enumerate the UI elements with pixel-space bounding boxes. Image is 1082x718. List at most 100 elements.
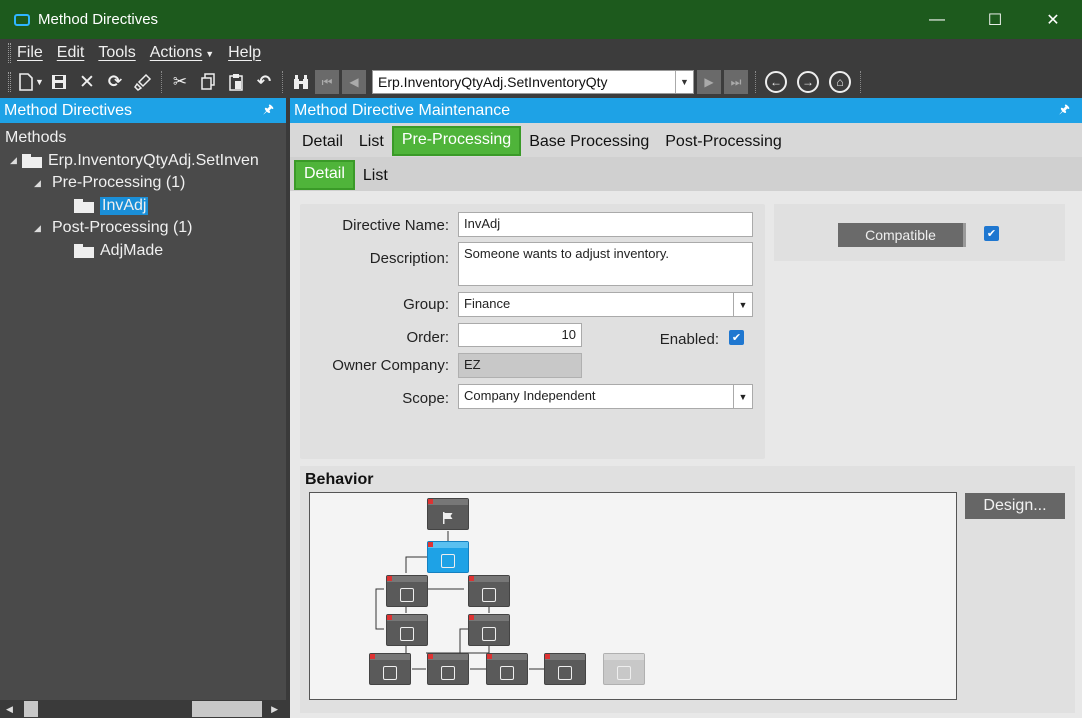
enabled-label: Enabled:	[659, 331, 719, 348]
chevron-down-icon: ▼	[35, 77, 44, 87]
tab-pre-processing[interactable]: Pre-Processing	[391, 126, 522, 156]
workflow-node-set-adjustment-1[interactable]	[386, 614, 428, 646]
window-title: Method Directives	[38, 11, 159, 28]
group-select[interactable]: Finance ▼	[458, 292, 753, 317]
save-icon[interactable]	[45, 68, 73, 96]
scroll-thumb[interactable]	[192, 701, 262, 717]
workflow-node-start[interactable]	[427, 498, 469, 530]
directive-form: Directive Name: InvAdj Description: Some…	[300, 204, 765, 459]
owner-company-label: Owner Company:	[332, 357, 449, 374]
toolbar-separator	[755, 71, 756, 93]
tab-post-processing[interactable]: Post-Processing	[657, 129, 790, 157]
workflow-node-condition-1[interactable]	[386, 575, 428, 607]
pin-icon[interactable]: 🖈	[1059, 100, 1070, 121]
chevron-down-icon[interactable]: ▼	[733, 385, 752, 408]
minimize-button[interactable]: —	[908, 0, 966, 39]
menu-tools[interactable]: Tools	[98, 44, 135, 62]
previous-record-icon[interactable]: ◀	[342, 70, 366, 94]
order-input[interactable]: 10	[458, 323, 582, 347]
tree-item-post-processing[interactable]: ◢ Post-Processing (1)	[0, 217, 286, 240]
expand-triangle-icon[interactable]: ◢	[34, 178, 46, 189]
description-label: Description:	[369, 250, 449, 267]
search-binoculars-icon[interactable]	[287, 68, 315, 96]
chevron-down-icon[interactable]: ▼	[675, 71, 693, 93]
refresh-icon[interactable]: ⟳	[101, 68, 129, 96]
back-icon[interactable]: ←	[765, 71, 787, 93]
owner-company-input: EZ	[458, 353, 582, 378]
menu-actions[interactable]: Actions ▼	[150, 44, 214, 62]
tree-item-invadj[interactable]: InvAdj	[0, 195, 286, 218]
workflow-node-continue[interactable]	[369, 653, 411, 685]
workflow-node-condition-3[interactable]	[427, 653, 469, 685]
scope-select-value: Company Independent	[464, 388, 596, 403]
paste-icon[interactable]	[222, 68, 250, 96]
new-icon[interactable]: ▼	[17, 68, 45, 96]
menu-file[interactable]: File	[17, 44, 43, 62]
undo-icon[interactable]: ↶	[250, 68, 278, 96]
method-selector[interactable]: Erp.InventoryQtyAdj.SetInventoryQty ▼	[372, 70, 694, 94]
toolbar-separator	[282, 71, 283, 93]
tree-item-method[interactable]: ◢ Erp.InventoryQtyAdj.SetInven	[0, 150, 286, 173]
workflow-node-canceled[interactable]	[544, 653, 586, 685]
calendar-icon	[400, 627, 414, 641]
design-button[interactable]: Design...	[965, 493, 1065, 519]
left-panel-header: Method Directives 🖈	[0, 98, 286, 123]
horizontal-scrollbar[interactable]: ◀ ▶	[0, 700, 286, 718]
compatible-checkbox[interactable]: ✔	[984, 226, 999, 241]
scroll-thumb[interactable]	[24, 701, 38, 717]
directive-name-input[interactable]: InvAdj	[458, 212, 753, 237]
method-tree: Methods ◢ Erp.InventoryQtyAdj.SetInven ◢…	[0, 123, 286, 262]
workflow-node-disabled[interactable]	[603, 653, 645, 685]
folder-icon	[22, 153, 42, 168]
pin-icon[interactable]: 🖈	[263, 100, 274, 121]
scroll-left-icon[interactable]: ◀	[6, 704, 16, 715]
chevron-down-icon: ▼	[205, 48, 215, 59]
folder-icon	[74, 243, 94, 258]
description-input[interactable]: Someone wants to adjust inventory.	[458, 242, 753, 286]
last-record-icon[interactable]: ⏭	[724, 70, 748, 94]
delete-icon[interactable]: ✕	[73, 68, 101, 96]
forward-icon[interactable]: →	[797, 71, 819, 93]
subtab-detail[interactable]: Detail	[294, 160, 355, 190]
compatibility-card: Compatible ✔	[774, 204, 1065, 261]
compatible-button[interactable]: Compatible	[838, 223, 966, 247]
workflow-node-set-adjustment-2[interactable]	[468, 614, 510, 646]
tree-item-adjmade[interactable]: AdjMade	[0, 240, 286, 263]
tab-base-processing[interactable]: Base Processing	[521, 129, 657, 157]
menu-grip	[8, 42, 11, 63]
clear-icon[interactable]	[129, 68, 157, 96]
maximize-button[interactable]: ☐	[966, 0, 1024, 39]
subtab-list[interactable]: List	[355, 163, 396, 191]
home-icon[interactable]: ⌂	[829, 71, 851, 93]
calendar-icon	[482, 627, 496, 641]
continue-icon	[383, 666, 397, 680]
tab-detail[interactable]: Detail	[294, 129, 351, 157]
directive-name-label: Directive Name:	[342, 217, 449, 234]
group-select-value: Finance	[464, 296, 511, 311]
enabled-checkbox[interactable]: ✔	[729, 330, 744, 345]
condition-icon	[441, 666, 455, 680]
scope-select[interactable]: Company Independent ▼	[458, 384, 753, 409]
scroll-right-icon[interactable]: ▶	[271, 704, 278, 715]
chevron-down-icon[interactable]: ▼	[733, 293, 752, 316]
tab-list[interactable]: List	[351, 129, 392, 157]
first-record-icon[interactable]: ⏮	[315, 70, 339, 94]
cut-icon[interactable]: ✂	[166, 68, 194, 96]
expand-triangle-icon[interactable]: ◢	[10, 155, 22, 166]
next-record-icon[interactable]: ▶	[697, 70, 721, 94]
right-panel-header: Method Directive Maintenance 🖈	[290, 98, 1082, 123]
workflow-node-condition-2[interactable]	[468, 575, 510, 607]
workflow-node-set-callcontext[interactable]	[486, 653, 528, 685]
expand-triangle-icon[interactable]: ◢	[34, 223, 46, 234]
title-bar: Method Directives — ☐ ✕	[0, 0, 1082, 39]
sub-tabs: Detail List	[290, 157, 1082, 191]
flag-icon	[441, 511, 455, 525]
workflow-canvas[interactable]	[309, 492, 957, 700]
menu-help[interactable]: Help	[228, 44, 261, 62]
menu-edit[interactable]: Edit	[57, 44, 85, 62]
close-button[interactable]: ✕	[1024, 0, 1082, 39]
behavior-title: Behavior	[305, 471, 374, 488]
workflow-node-fill-bpm-data[interactable]	[427, 541, 469, 573]
copy-icon[interactable]	[194, 68, 222, 96]
tree-item-pre-processing[interactable]: ◢ Pre-Processing (1)	[0, 172, 286, 195]
